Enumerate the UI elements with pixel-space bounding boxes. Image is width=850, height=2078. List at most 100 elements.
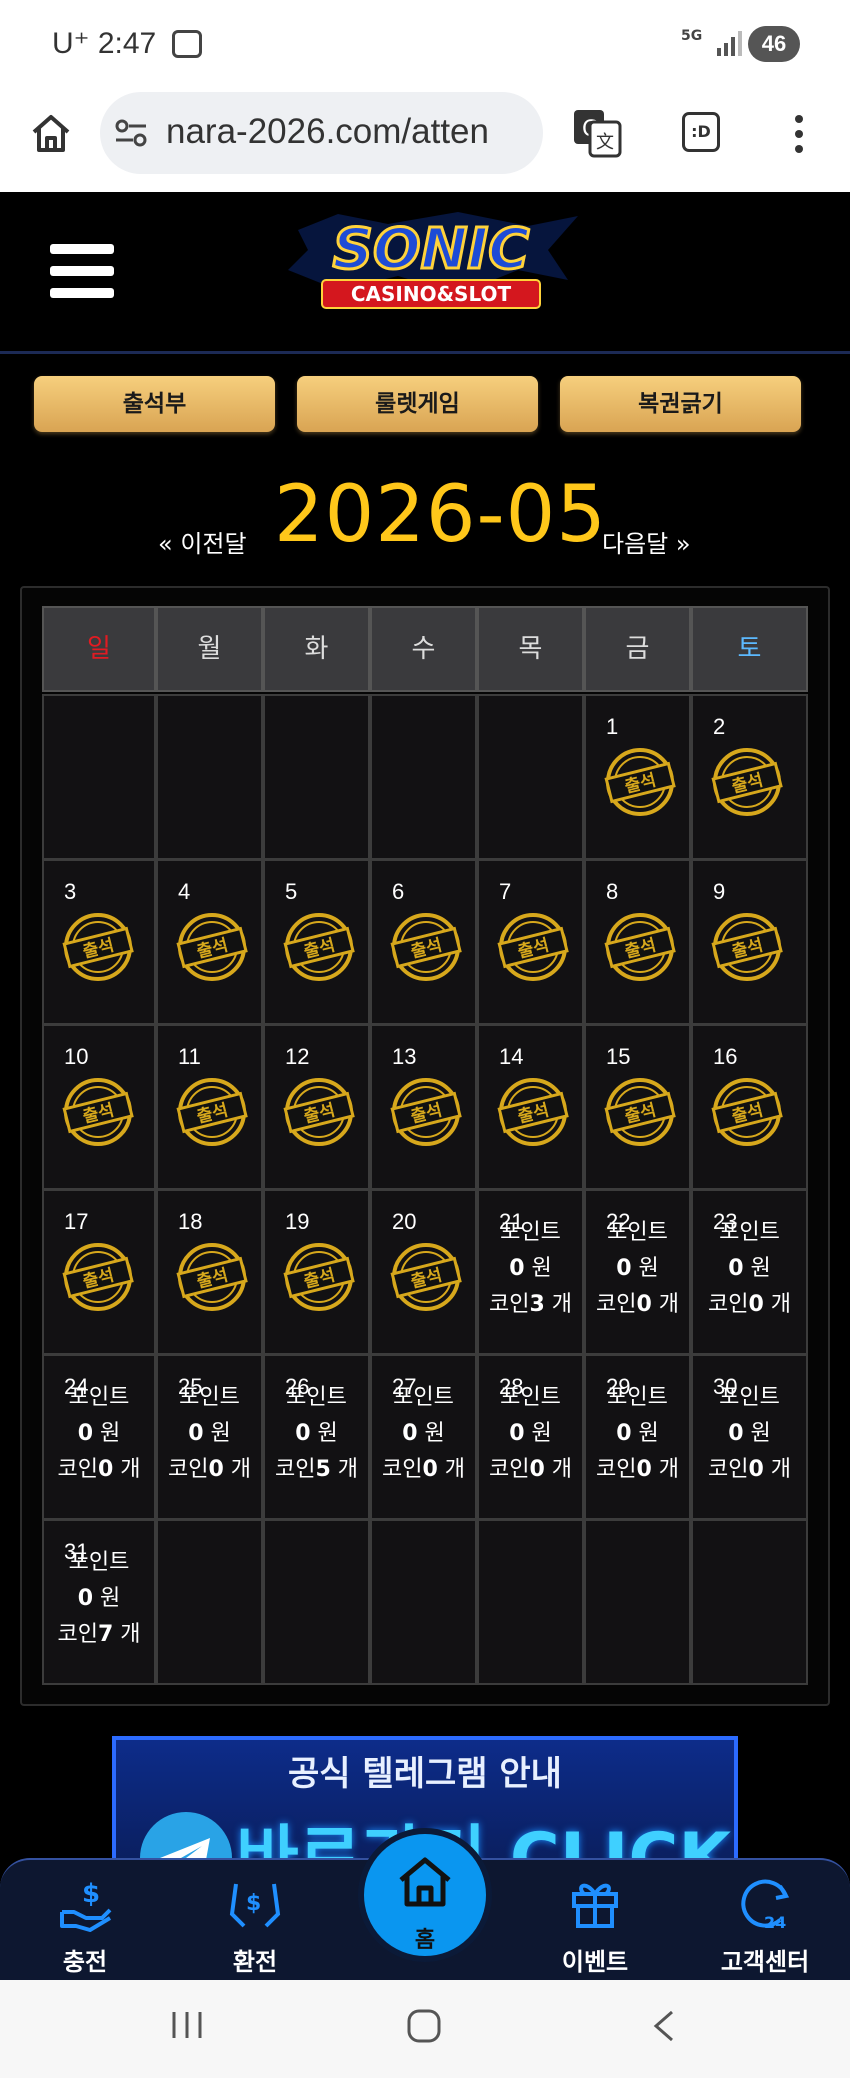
day-reward-info: 포인트 0 원 코인3 개 (479, 1215, 582, 1323)
nav-deposit[interactable]: $ 충전 (10, 1874, 160, 1977)
point-label: 포인트 (719, 1385, 780, 1410)
day-number: 11 (178, 1044, 201, 1069)
calendar-day[interactable]: 16 출석 (691, 1024, 808, 1190)
calendar-day[interactable]: 28 포인트 0 원 코인0 개 (477, 1354, 584, 1520)
day-reward-info: 포인트 0 원 코인0 개 (44, 1380, 154, 1488)
day-reward-info: 포인트 0 원 코인5 개 (265, 1380, 368, 1488)
calendar-day[interactable]: 14 출석 (477, 1024, 584, 1190)
calendar-day[interactable]: 6 출석 (370, 859, 477, 1025)
day-number: 7 (499, 879, 512, 904)
calendar-day[interactable]: 3 출석 (42, 859, 156, 1025)
calendar-day[interactable]: 8 출석 (584, 859, 691, 1025)
calendar-day[interactable]: 17 출석 (42, 1189, 156, 1355)
calendar-empty-cell (691, 1519, 808, 1685)
gift-icon (572, 1883, 618, 1928)
calendar-day[interactable]: 30 포인트 0 원 코인0 개 (691, 1354, 808, 1520)
coins-value: 0 (636, 1292, 652, 1317)
svg-text:CASINO&SLOT: CASINO&SLOT (351, 282, 512, 306)
attendance-stamp-icon: 출석 (283, 913, 355, 981)
day-number: 5 (285, 879, 298, 904)
calendar-day[interactable]: 20 출석 (370, 1189, 477, 1355)
attendance-stamp-icon: 출석 (604, 1078, 676, 1146)
more-menu-icon[interactable] (794, 114, 804, 154)
weekday-header: 금 (584, 606, 691, 692)
calendar-day[interactable]: 1 출석 (584, 694, 691, 860)
attendance-stamp-icon: 출석 (176, 1078, 248, 1146)
nav-home[interactable]: 홈 (358, 1828, 492, 1962)
point-label: 포인트 (68, 1385, 130, 1410)
recent-apps-icon[interactable] (170, 2008, 204, 2046)
calendar-day[interactable]: 22 포인트 0 원 코인0 개 (584, 1189, 691, 1355)
calendar-empty-cell (263, 694, 370, 860)
calendar-day[interactable]: 15 출석 (584, 1024, 691, 1190)
attendance-stamp-icon: 출석 (604, 913, 676, 981)
points-value: 0 (616, 1256, 632, 1281)
next-month-link[interactable]: 다음달 » (602, 524, 691, 559)
calendar-day[interactable]: 21 포인트 0 원 코인3 개 (477, 1189, 584, 1355)
url-text: nara-2026.com/atten (166, 112, 489, 151)
calendar-day[interactable]: 13 출석 (370, 1024, 477, 1190)
prev-month-link[interactable]: « 이전달 (158, 524, 247, 559)
calendar-day[interactable]: 29 포인트 0 원 코인0 개 (584, 1354, 691, 1520)
attendance-stamp-icon: 출석 (497, 1078, 569, 1146)
day-number: 18 (178, 1209, 203, 1234)
day-reward-info: 포인트 0 원 코인0 개 (586, 1215, 689, 1323)
home-icon[interactable] (30, 112, 72, 154)
address-bar[interactable]: nara-2026.com/atten (100, 92, 543, 174)
calendar-day[interactable]: 23 포인트 0 원 코인0 개 (691, 1189, 808, 1355)
svg-text:$: $ (246, 1891, 261, 1916)
day-reward-info: 포인트 0 원 코인0 개 (372, 1380, 475, 1488)
translate-icon[interactable]: G 文 (572, 108, 622, 158)
sonic-casino-logo[interactable]: SONIC CASINO&SLOT (278, 210, 584, 320)
attendance-stamp-icon: 출석 (176, 913, 248, 981)
back-icon[interactable] (650, 2008, 678, 2048)
attendance-stamp-icon: 출석 (390, 1243, 462, 1311)
day-reward-info: 포인트 0 원 코인0 개 (479, 1380, 582, 1488)
nav-support[interactable]: 24 고객센터 (690, 1874, 840, 1977)
tab-switcher-button[interactable]: :D (682, 112, 720, 152)
day-number: 1 (606, 714, 619, 739)
calendar-empty-cell (477, 1519, 584, 1685)
attendance-stamp-icon: 출석 (283, 1243, 355, 1311)
calendar-day[interactable]: 19 출석 (263, 1189, 370, 1355)
day-number: 19 (285, 1209, 310, 1234)
site-settings-icon[interactable] (114, 118, 148, 148)
calendar-day[interactable]: 2 출석 (691, 694, 808, 860)
points-value: 0 (402, 1421, 418, 1446)
calendar-day[interactable]: 24 포인트 0 원 코인0 개 (42, 1354, 156, 1520)
calendar-day[interactable]: 9 출석 (691, 859, 808, 1025)
calendar-day[interactable]: 10 출석 (42, 1024, 156, 1190)
banner-title: 공식 텔레그램 안내 (288, 1754, 562, 1794)
calendar-day[interactable]: 11 출석 (156, 1024, 263, 1190)
home-button-icon[interactable] (406, 2008, 442, 2048)
calendar-day[interactable]: 25 포인트 0 원 코인0 개 (156, 1354, 263, 1520)
points-value: 0 (728, 1256, 744, 1281)
calendar-day[interactable]: 18 출석 (156, 1189, 263, 1355)
points-value: 0 (188, 1421, 204, 1446)
day-reward-info: 포인트 0 원 코인0 개 (693, 1215, 806, 1323)
nav-exchange[interactable]: $ 환전 (180, 1874, 330, 1977)
attendance-stamp-icon: 출석 (390, 913, 462, 981)
attendance-stamp-icon: 출석 (62, 913, 134, 981)
tab-attendance[interactable]: 출석부 (34, 376, 275, 432)
point-label: 포인트 (607, 1220, 668, 1245)
coins-value: 0 (748, 1292, 764, 1317)
svg-text:$: $ (82, 1879, 100, 1909)
day-number: 8 (606, 879, 619, 904)
calendar-day[interactable]: 31 포인트 0 원 코인7 개 (42, 1519, 156, 1685)
calendar-day[interactable]: 5 출석 (263, 859, 370, 1025)
calendar-day[interactable]: 12 출석 (263, 1024, 370, 1190)
calendar-day[interactable]: 7 출석 (477, 859, 584, 1025)
nav-event[interactable]: 이벤트 (520, 1874, 670, 1977)
calendar-day[interactable]: 27 포인트 0 원 코인0 개 (370, 1354, 477, 1520)
calendar-day[interactable]: 26 포인트 0 원 코인5 개 (263, 1354, 370, 1520)
exchange-icon: $ (229, 1883, 281, 1928)
calendar-empty-cell (156, 1519, 263, 1685)
tab-roulette[interactable]: 룰렛게임 (297, 376, 538, 432)
weekday-header: 토 (691, 606, 808, 692)
hamburger-menu-icon[interactable] (50, 244, 114, 300)
day-number: 6 (392, 879, 405, 904)
tab-scratch-lottery[interactable]: 복권긁기 (560, 376, 801, 432)
calendar-day[interactable]: 4 출석 (156, 859, 263, 1025)
points-value: 0 (295, 1421, 311, 1446)
